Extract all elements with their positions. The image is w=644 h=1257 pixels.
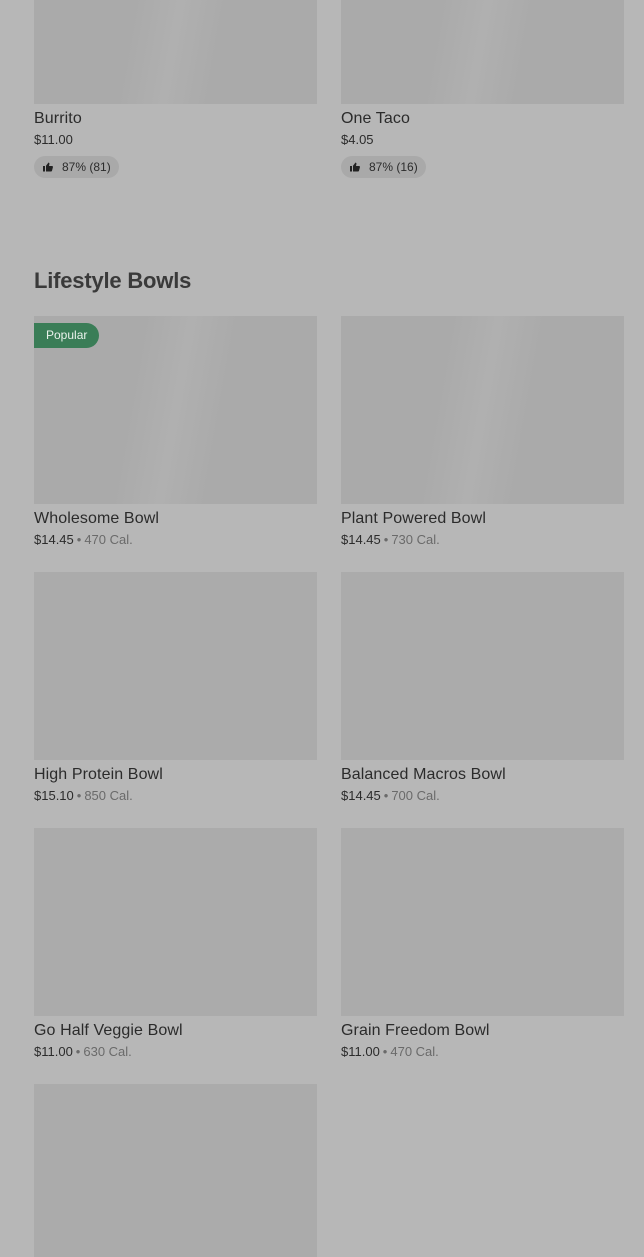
menu-item-meta: $11.00 [34,132,317,148]
menu-item-image [34,0,317,104]
menu-item-card[interactable]: High Protein Bowl $15.10 • 850 Cal. [34,572,317,804]
menu-item-image [34,572,317,760]
menu-item-price: $15.10 [34,788,74,803]
section-title: Lifestyle Bowls [34,268,192,293]
menu-item-image [341,316,624,504]
menu-item-card[interactable]: Balanced Macros Bowl $14.45 • 700 Cal. [341,572,624,804]
rating-pill: 87% (81) [34,156,119,178]
separator-dot: • [383,532,389,547]
menu-item-image [34,828,317,1016]
menu-item-card[interactable]: One Taco $4.05 87% (16) [341,0,624,178]
menu-item-card[interactable]: Popular Wholesome Bowl $14.45 • 470 Cal. [34,316,317,548]
menu-item-name: Burrito [34,110,82,127]
menu-item-price: $14.45 [341,788,381,803]
separator-dot: • [76,532,82,547]
menu-item-name: Wholesome Bowl [34,510,160,527]
menu-item-meta: $11.00 • 630 Cal. [34,1044,317,1060]
rating-text: 87% (16) [369,160,418,174]
menu-item-calories: 700 Cal. [391,788,440,803]
menu-item-meta: $15.10 • 850 Cal. [34,788,317,804]
menu-item-price: $11.00 [341,1044,380,1059]
menu-item-image: Popular [34,316,317,504]
lifestyle-bowls-grid: Popular Wholesome Bowl $14.45 • 470 Cal. P… [34,316,624,1257]
menu-item-image [341,828,624,1016]
separator-dot: • [383,788,389,803]
menu-item-price: $11.00 [34,1044,73,1059]
menu-item-meta: $14.45 • 730 Cal. [341,532,624,548]
menu-item-price: $11.00 [34,132,73,147]
menu-item-name: Balanced Macros Bowl [341,766,506,783]
menu-item-card[interactable]: Burrito $11.00 87% (81) [34,0,317,178]
menu-item-card[interactable]: Plant Powered Bowl $14.45 • 730 Cal. [341,316,624,548]
menu-item-image [34,1084,317,1257]
menu-item-card[interactable]: Go Half Veggie Bowl $11.00 • 630 Cal. [34,828,317,1060]
menu-item-name: Grain Freedom Bowl [341,1022,490,1039]
menu-item-name: One Taco [341,110,410,127]
thumbs-up-icon [43,162,53,172]
menu-item-price: $4.05 [341,132,374,147]
menu-item-image [341,0,624,104]
thumbs-up-icon [350,162,360,172]
separator-dot: • [75,1044,81,1059]
menu-item-meta: $11.00 • 470 Cal. [341,1044,624,1060]
menu-item-meta: $4.05 [341,132,624,148]
popular-badge: Popular [34,323,100,348]
separator-dot: • [382,1044,388,1059]
menu-item-name: High Protein Bowl [34,766,163,783]
menu-item-price: $14.45 [34,532,74,547]
menu-item-calories: 630 Cal. [83,1044,132,1059]
menu-page: Burrito $11.00 87% (81) One Taco $4.05 8… [0,0,644,1257]
menu-item-calories: 850 Cal. [84,788,133,803]
separator-dot: • [76,788,82,803]
rating-pill: 87% (16) [341,156,426,178]
menu-item-image [341,572,624,760]
menu-item-card[interactable]: Grain Freedom Bowl $11.00 • 470 Cal. [341,828,624,1060]
menu-item-price: $14.45 [341,532,381,547]
rating-text: 87% (81) [62,160,111,174]
menu-item-meta: $14.45 • 700 Cal. [341,788,624,804]
previous-section-grid: Burrito $11.00 87% (81) One Taco $4.05 8… [34,0,624,178]
menu-item-card[interactable] [34,1084,317,1257]
menu-item-name: Plant Powered Bowl [341,510,486,527]
menu-item-calories: 470 Cal. [84,532,133,547]
menu-item-calories: 470 Cal. [390,1044,439,1059]
menu-item-name: Go Half Veggie Bowl [34,1022,183,1039]
menu-item-calories: 730 Cal. [391,532,440,547]
menu-item-meta: $14.45 • 470 Cal. [34,532,317,548]
